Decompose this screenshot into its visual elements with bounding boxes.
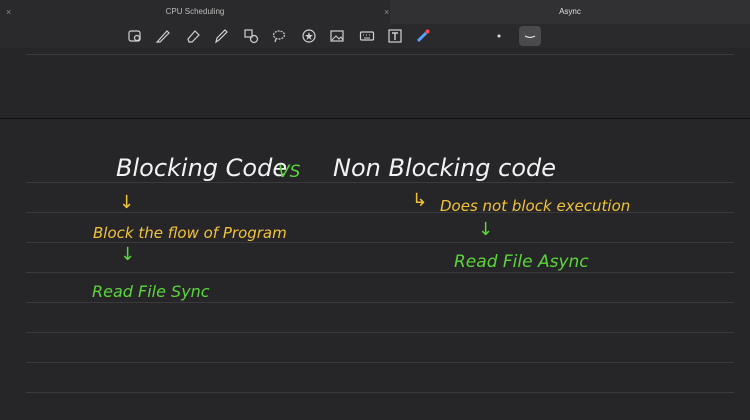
note-does-not-block: Does not block execution — [440, 197, 631, 215]
lasso-icon[interactable] — [126, 27, 144, 45]
note-block-flow: Block the flow of Program — [93, 224, 287, 242]
tab-label: CPU Scheduling — [165, 7, 225, 16]
laser-pointer-icon[interactable] — [414, 27, 432, 45]
ruled-line — [26, 332, 734, 333]
arrow-down-icon: ↓ — [120, 244, 136, 265]
note-canvas[interactable]: Blocking Code VS Non Blocking code ↓ Blo… — [0, 48, 750, 420]
note-read-file-sync: Read File Sync — [92, 282, 210, 301]
note-vs: VS — [278, 162, 301, 182]
toolbar — [0, 24, 750, 48]
tab-bar: × CPU Scheduling × Async — [0, 0, 750, 25]
page-separator — [0, 118, 750, 119]
lasso-select-icon[interactable] — [270, 27, 288, 45]
note-non-blocking-code: Non Blocking code — [333, 154, 557, 182]
arrow-down-icon: ↓ — [478, 219, 494, 240]
ruled-line — [26, 392, 734, 393]
image-icon[interactable] — [328, 27, 346, 45]
pen-size-medium-icon[interactable] — [519, 26, 541, 46]
ruled-line — [26, 182, 734, 183]
pen-icon[interactable] — [154, 27, 172, 45]
return-arrow-icon: ↳ — [412, 190, 428, 211]
ruled-line — [26, 302, 734, 303]
pen-size-small-icon[interactable] — [490, 27, 508, 45]
text-icon[interactable] — [386, 27, 404, 45]
sticker-icon[interactable] — [300, 27, 318, 45]
ruled-line — [26, 54, 734, 55]
keyboard-icon[interactable] — [358, 27, 376, 45]
close-tab-icon[interactable]: × — [6, 0, 11, 24]
note-read-file-async: Read File Async — [454, 252, 589, 272]
tab-label: Async — [559, 7, 581, 16]
ruled-line — [26, 272, 734, 273]
tab-async[interactable]: × Async — [384, 0, 750, 24]
close-tab-icon[interactable]: × — [384, 0, 389, 24]
ruled-line — [26, 362, 734, 363]
eraser-icon[interactable] — [184, 27, 202, 45]
ruled-line — [26, 242, 734, 243]
shapes-icon[interactable] — [242, 27, 260, 45]
tab-cpu-scheduling[interactable]: × CPU Scheduling — [0, 0, 390, 24]
note-blocking-code: Blocking Code — [116, 154, 288, 182]
arrow-down-icon: ↓ — [119, 192, 135, 213]
highlighter-icon[interactable] — [212, 27, 230, 45]
